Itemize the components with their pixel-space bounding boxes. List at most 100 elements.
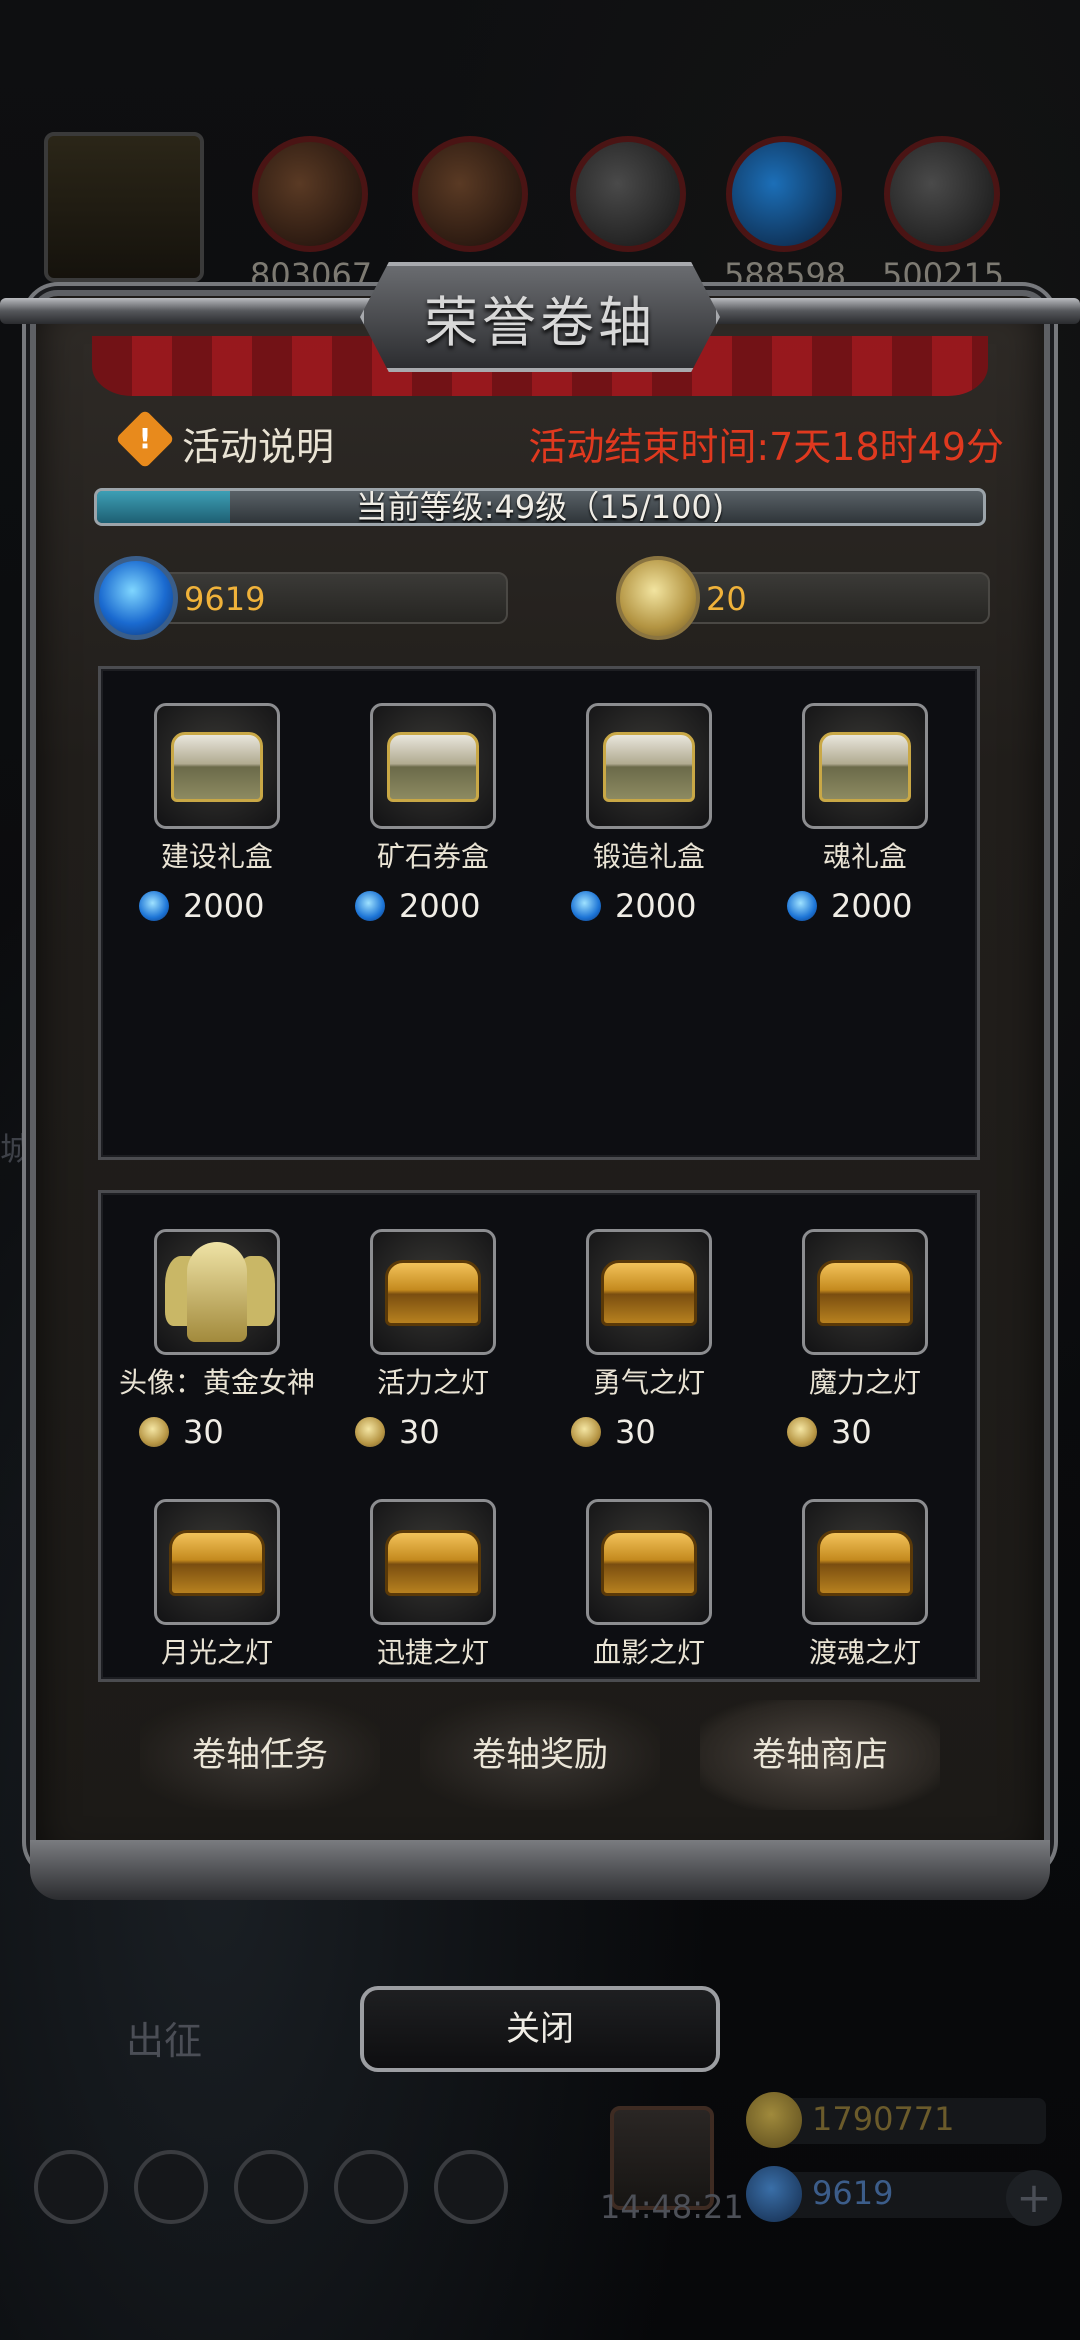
hud-gold-value: 1790771	[812, 2100, 955, 2138]
item-name: 勇气之灯	[592, 1366, 705, 1399]
settings-icon[interactable]	[34, 2150, 108, 2224]
golden-goddess-icon	[187, 1242, 247, 1342]
mail-icon[interactable]	[334, 2150, 408, 2224]
resource-wood	[410, 136, 530, 256]
tab-scroll-shop[interactable]: 卷轴商店	[700, 1700, 940, 1810]
iron-orb-icon	[570, 136, 686, 252]
price-value: 2000	[831, 887, 913, 925]
item-name: 迅捷之灯	[376, 1636, 489, 1669]
item-price: 30	[765, 1411, 965, 1451]
activity-info-link[interactable]: 活动说明	[182, 416, 334, 471]
coin-icon	[139, 1417, 169, 1447]
item-name: 建设礼盒	[160, 840, 273, 873]
hud-gold: 1790771	[746, 2092, 1046, 2148]
close-button[interactable]: 关闭	[360, 1986, 720, 2072]
item-price: 2000	[765, 885, 965, 925]
golden-chest-icon	[385, 1530, 481, 1596]
silver-chest-icon	[387, 732, 479, 802]
item-name: 魂礼盒	[822, 840, 907, 873]
item-frame	[154, 1229, 280, 1355]
shop-item[interactable]: 锻造礼盒 2000	[549, 703, 749, 925]
golden-chest-icon	[385, 1260, 481, 1326]
warning-icon[interactable]: !	[115, 409, 175, 469]
coin-icon	[787, 1417, 817, 1447]
shop-item[interactable]: 迅捷之灯	[333, 1499, 533, 1671]
item-name: 血影之灯	[592, 1636, 705, 1669]
shop-item[interactable]: 魂礼盒 2000	[765, 703, 965, 925]
item-frame	[370, 703, 496, 829]
golden-chest-icon	[817, 1260, 913, 1326]
castle-icon[interactable]	[234, 2150, 308, 2224]
price-value: 2000	[399, 887, 481, 925]
gold-coin-icon	[616, 556, 700, 640]
item-price: 2000	[333, 885, 533, 925]
coin-balance: 20	[616, 556, 1036, 640]
title-plate: 荣誉卷轴	[360, 262, 720, 372]
star-icon[interactable]	[134, 2150, 208, 2224]
item-frame	[370, 1499, 496, 1625]
item-frame	[802, 1229, 928, 1355]
price-value: 2000	[615, 887, 697, 925]
side-city-label: 城	[0, 1130, 33, 1168]
item-name: 魔力之灯	[808, 1366, 921, 1399]
item-name: 活力之灯	[376, 1366, 489, 1399]
shop-item[interactable]: 渡魂之灯	[765, 1499, 965, 1671]
silver-chest-icon	[819, 732, 911, 802]
panel-title: 荣誉卷轴	[424, 290, 656, 354]
meat-orb-icon	[252, 136, 368, 252]
shop-item[interactable]: 勇气之灯 30	[549, 1229, 749, 1451]
add-gem-button[interactable]: +	[1006, 2170, 1062, 2226]
shop-item[interactable]: 矿石券盒 2000	[333, 703, 533, 925]
gem-icon	[787, 891, 817, 921]
silver-chest-icon	[171, 732, 263, 802]
hud-gem: 9619	[746, 2166, 1046, 2222]
end-time-text: 活动结束时间:7天18时49分	[528, 425, 1004, 469]
item-frame	[154, 1499, 280, 1625]
scroll-tabs: 卷轴任务 卷轴奖励 卷轴商店	[140, 1700, 940, 1810]
player-avatar[interactable]	[44, 132, 204, 282]
golden-chest-icon	[601, 1260, 697, 1326]
gem-shop-box: 建设礼盒 2000 矿石券盒 2000 锻造礼盒 2000 魂礼盒 2000	[98, 666, 980, 1160]
price-value: 30	[615, 1413, 656, 1451]
level-progress-bar: 当前等级:49级（15/100)	[94, 488, 986, 526]
tab-scroll-tasks[interactable]: 卷轴任务	[140, 1700, 380, 1810]
item-frame	[802, 703, 928, 829]
coin-balance-value: 20	[706, 580, 747, 618]
item-price: 30	[333, 1411, 533, 1451]
shop-item[interactable]: 魔力之灯 30	[765, 1229, 965, 1451]
item-name: 锻造礼盒	[592, 840, 705, 873]
item-name: 月光之灯	[160, 1636, 273, 1669]
gem-balance-value: 9619	[184, 580, 266, 618]
golden-chest-icon	[601, 1530, 697, 1596]
gift-timer: 14:48:21	[600, 2188, 744, 2226]
shop-item[interactable]: 血影之灯	[549, 1499, 749, 1671]
golden-chest-icon	[169, 1530, 265, 1596]
item-frame	[586, 703, 712, 829]
item-frame	[370, 1229, 496, 1355]
price-value: 30	[183, 1413, 224, 1451]
item-frame	[154, 703, 280, 829]
golden-chest-icon	[817, 1530, 913, 1596]
item-price: 30	[117, 1411, 317, 1451]
gem-balance: 9619	[94, 556, 514, 640]
shop-item[interactable]: 活力之灯 30	[333, 1229, 533, 1451]
gem-icon	[746, 2166, 802, 2222]
gem-icon	[355, 891, 385, 921]
shop-item[interactable]: 月光之灯	[117, 1499, 317, 1671]
info-row: ! 活动说明 活动结束时间:7天18时49分	[115, 409, 1004, 471]
item-frame	[586, 1229, 712, 1355]
shop-item[interactable]: 头像：黄金女神 30	[117, 1229, 317, 1451]
handshake-icon[interactable]	[434, 2150, 508, 2224]
item-frame	[802, 1499, 928, 1625]
gem-icon	[571, 891, 601, 921]
shop-item[interactable]: 建设礼盒 2000	[117, 703, 317, 925]
blue-gem-icon	[94, 556, 178, 640]
coin-shop-box: 头像：黄金女神 30 活力之灯 30 勇气之灯 30 魔力之灯 30 月光之灯 …	[98, 1190, 980, 1682]
item-name: 矿石券盒	[376, 840, 489, 873]
hud-icon-bar	[34, 2150, 534, 2230]
tab-scroll-rewards[interactable]: 卷轴奖励	[420, 1700, 660, 1810]
item-name: 渡魂之灯	[808, 1636, 921, 1669]
gem-icon	[139, 891, 169, 921]
wood-orb-icon	[412, 136, 528, 252]
price-value: 30	[399, 1413, 440, 1451]
